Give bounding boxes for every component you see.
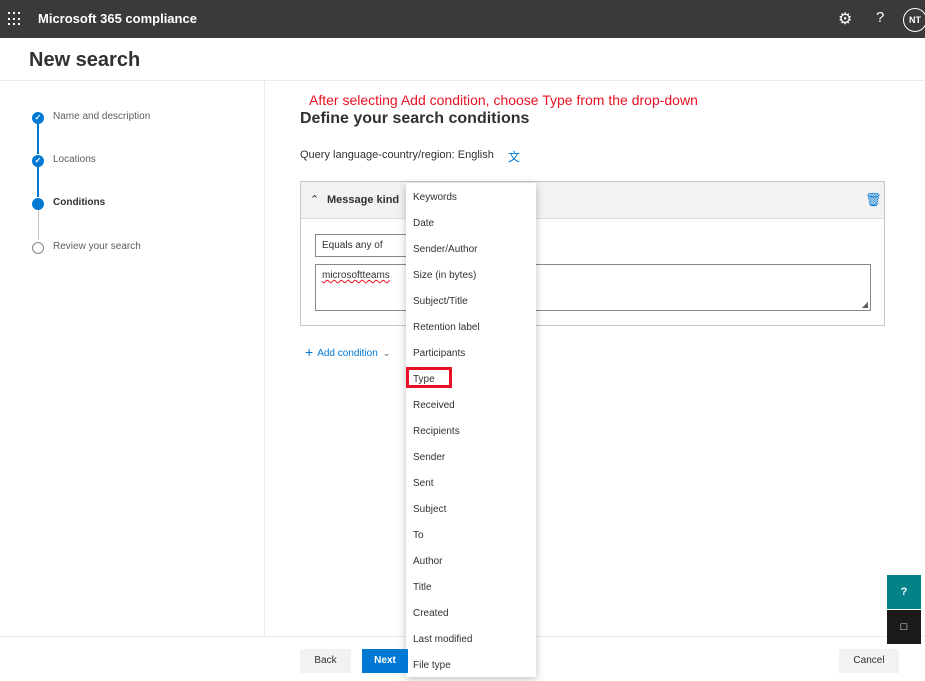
- annotation-text: After selecting Add condition, choose Ty…: [309, 92, 698, 108]
- condition-card: ⌃ Message kind 🗑 Equals any of microsoft…: [300, 181, 885, 326]
- cancel-button[interactable]: Cancel: [839, 649, 899, 673]
- app-title[interactable]: Microsoft 365 compliance: [38, 11, 197, 26]
- chevron-up-icon[interactable]: ⌃: [310, 193, 319, 206]
- feedback-icon[interactable]: □: [887, 610, 921, 644]
- language-settings-icon[interactable]: 文: [508, 148, 520, 165]
- menu-item-participants[interactable]: Participants: [413, 348, 465, 362]
- menu-item-size[interactable]: Size (in bytes): [413, 270, 476, 284]
- menu-item-recipients[interactable]: Recipients: [413, 426, 460, 440]
- help-chat-icon[interactable]: ?: [887, 575, 921, 609]
- plus-icon: +: [305, 344, 314, 360]
- pending-step-icon: [32, 242, 44, 254]
- type-highlight-box: [406, 367, 452, 388]
- menu-item-author[interactable]: Author: [413, 556, 442, 570]
- menu-item-title[interactable]: Title: [413, 582, 432, 596]
- check-icon: ✓: [32, 155, 44, 167]
- check-icon: ✓: [32, 112, 44, 124]
- menu-item-retention-label[interactable]: Retention label: [413, 322, 480, 336]
- condition-value: microsoftteams: [322, 270, 390, 281]
- menu-item-sent[interactable]: Sent: [413, 478, 434, 492]
- condition-dropdown-menu: Keywords Date Sender/Author Size (in byt…: [406, 183, 536, 677]
- menu-item-sender[interactable]: Sender: [413, 452, 445, 466]
- query-language-label: Query language-country/region: English: [300, 149, 494, 161]
- menu-item-to[interactable]: To: [413, 530, 424, 544]
- back-button[interactable]: Back: [300, 649, 351, 673]
- waffle-icon[interactable]: [8, 12, 22, 26]
- step-label: Locations: [53, 154, 96, 165]
- menu-item-keywords[interactable]: Keywords: [413, 192, 457, 206]
- menu-item-file-type[interactable]: File type: [413, 660, 451, 674]
- top-bar: Microsoft 365 compliance ⚙ ? NT: [0, 0, 925, 38]
- menu-item-subject-title[interactable]: Subject/Title: [413, 296, 468, 310]
- menu-item-received[interactable]: Received: [413, 400, 455, 414]
- section-title: Define your search conditions: [300, 110, 530, 127]
- page-title: New search: [29, 49, 141, 71]
- menu-item-sender-author[interactable]: Sender/Author: [413, 244, 478, 258]
- help-icon[interactable]: ?: [876, 9, 884, 26]
- step-connector: [37, 124, 39, 154]
- steps-divider: [264, 81, 265, 636]
- step-label: Review your search: [53, 241, 141, 252]
- condition-card-header[interactable]: ⌃ Message kind 🗑: [301, 182, 884, 219]
- menu-item-created[interactable]: Created: [413, 608, 449, 622]
- gear-icon[interactable]: ⚙: [838, 9, 852, 29]
- next-button[interactable]: Next: [362, 649, 408, 673]
- header-divider: [0, 80, 925, 81]
- menu-item-last-modified[interactable]: Last modified: [413, 634, 472, 648]
- step-connector: [38, 210, 39, 240]
- condition-value-input[interactable]: microsoftteams ◢: [315, 264, 871, 311]
- trash-icon[interactable]: 🗑: [865, 192, 882, 208]
- step-connector: [37, 167, 39, 197]
- menu-item-subject[interactable]: Subject: [413, 504, 446, 518]
- add-condition-label: Add condition: [317, 348, 378, 359]
- current-step-icon: [32, 198, 44, 210]
- step-label: Name and description: [53, 111, 151, 122]
- avatar[interactable]: NT: [903, 8, 925, 32]
- step-label: Conditions: [53, 197, 106, 208]
- menu-item-date[interactable]: Date: [413, 218, 434, 232]
- resize-handle-icon[interactable]: ◢: [862, 300, 868, 309]
- chevron-down-icon: ⌄: [382, 348, 391, 358]
- add-condition-button[interactable]: + Add condition ⌄: [305, 343, 391, 360]
- operator-select[interactable]: Equals any of: [315, 234, 415, 257]
- condition-title: Message kind: [327, 194, 400, 206]
